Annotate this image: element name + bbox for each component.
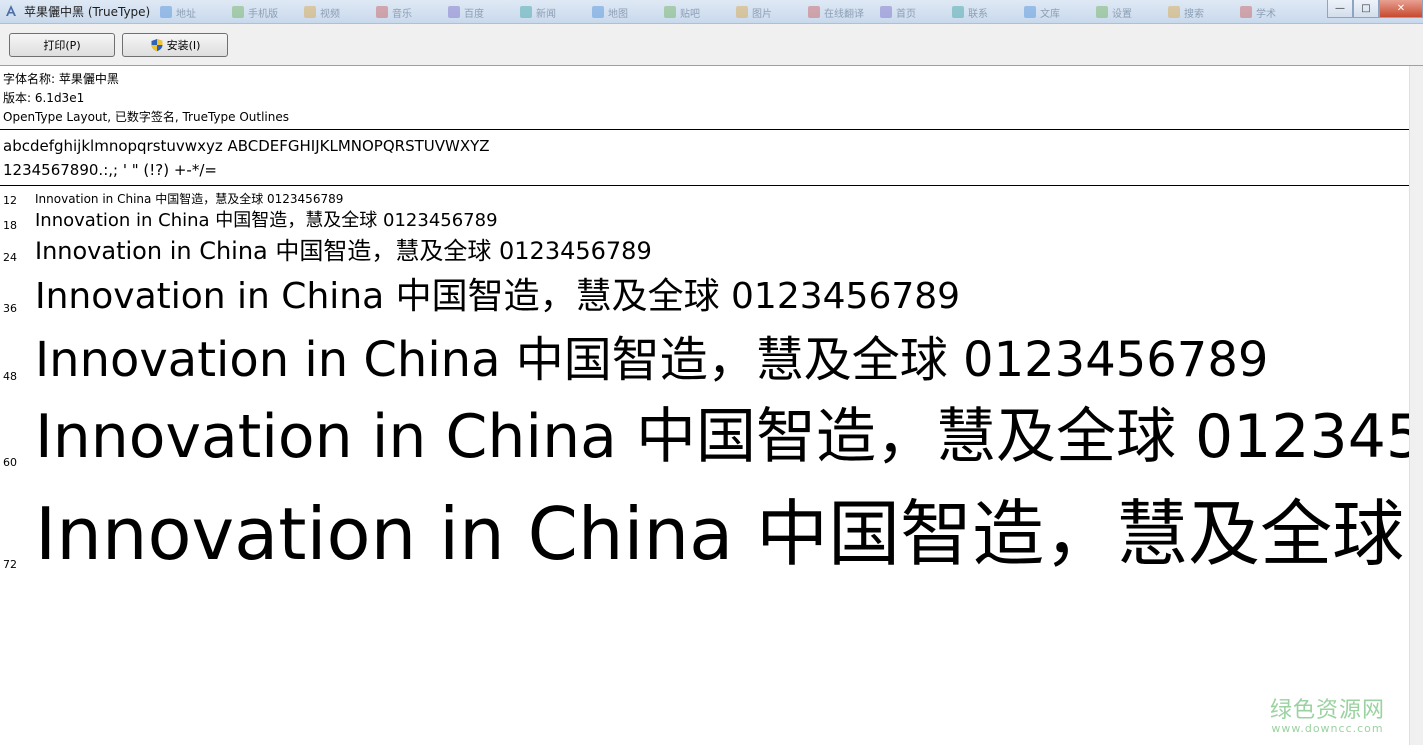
size-label: 12 <box>3 194 17 207</box>
tab-favicon-icon <box>880 6 892 18</box>
background-tabs: 地址 手机版 视频 音乐 百度 新闻 地图 贴吧 图片 在线翻译 首页 联系 文库 设置 搜索 学术 <box>160 4 1310 20</box>
size-label: 72 <box>3 558 17 571</box>
print-button-label: 打印(P) <box>43 39 81 52</box>
tab-favicon-icon <box>952 6 964 18</box>
background-tab: 搜索 <box>1168 4 1204 20</box>
sample-line-48: Innovation in China 中国智造，慧及全球 0123456789 <box>35 332 1269 388</box>
background-tab: 百度 <box>448 4 484 20</box>
watermark-logo-text: 绿色资源网 <box>1269 698 1385 723</box>
divider <box>0 185 1409 186</box>
background-tab-label: 联系 <box>968 8 988 20</box>
background-tab-label: 贴吧 <box>680 8 700 20</box>
window-title: 苹果儷中黑 (TrueType) <box>24 5 151 19</box>
install-button-label: 安装(I) <box>166 39 201 52</box>
vertical-scrollbar[interactable] <box>1409 66 1423 745</box>
font-version-line: 版本: 6.1d3e1 <box>3 91 85 105</box>
tab-favicon-icon <box>664 6 676 18</box>
font-file-icon <box>6 5 16 16</box>
minimize-button[interactable]: — <box>1327 0 1353 18</box>
background-tab: 联系 <box>952 4 988 20</box>
background-tab: 贴吧 <box>664 4 700 20</box>
background-tab-label: 文库 <box>1040 8 1060 20</box>
background-tab: 手机版 <box>232 4 278 20</box>
character-set-symbols: 1234567890.:,; ' " (!?) +-*/= <box>3 161 217 179</box>
sample-line-12: Innovation in China 中国智造，慧及全球 0123456789 <box>35 192 344 206</box>
uac-shield-icon <box>151 39 163 52</box>
tab-favicon-icon <box>1168 6 1180 18</box>
background-tab-label: 在线翻译 <box>824 8 864 20</box>
tab-favicon-icon <box>160 6 172 18</box>
close-button[interactable]: ✕ <box>1379 0 1423 18</box>
tab-favicon-icon <box>304 6 316 18</box>
background-tab-label: 搜索 <box>1184 8 1204 20</box>
background-tab: 文库 <box>1024 4 1060 20</box>
tab-favicon-icon <box>1096 6 1108 18</box>
sample-line-72: Innovation in China 中国智造，慧及全球 0123456789 <box>35 492 1409 576</box>
background-tab-label: 图片 <box>752 8 772 20</box>
background-tab-label: 设置 <box>1112 8 1132 20</box>
sample-line-24: Innovation in China 中国智造，慧及全球 0123456789 <box>35 237 652 265</box>
watermark: 绿色资源网 www.downcc.com <box>1269 698 1385 736</box>
install-button[interactable]: 安装(I) <box>122 33 228 57</box>
maximize-icon: □ <box>1361 3 1371 14</box>
background-tab-label: 新闻 <box>536 8 556 20</box>
tab-favicon-icon <box>808 6 820 18</box>
tab-favicon-icon <box>448 6 460 18</box>
tab-favicon-icon <box>592 6 604 18</box>
size-label: 60 <box>3 456 17 469</box>
background-tab-label: 首页 <box>896 8 916 20</box>
background-tab: 在线翻译 <box>808 4 864 20</box>
tab-favicon-icon <box>520 6 532 18</box>
window-controls: — □ ✕ <box>1327 0 1423 20</box>
background-tab: 设置 <box>1096 4 1132 20</box>
background-tab: 地址 <box>160 4 196 20</box>
maximize-button[interactable]: □ <box>1353 0 1379 18</box>
background-tab-label: 百度 <box>464 8 484 20</box>
size-label: 24 <box>3 251 17 264</box>
character-set-letters: abcdefghijklmnopqrstuvwxyz ABCDEFGHIJKLM… <box>3 137 490 155</box>
background-tab: 首页 <box>880 4 916 20</box>
watermark-url: www.downcc.com <box>1271 722 1384 735</box>
size-label: 18 <box>3 219 17 232</box>
print-button[interactable]: 打印(P) <box>9 33 115 57</box>
tab-favicon-icon <box>1024 6 1036 18</box>
background-tab: 音乐 <box>376 4 412 20</box>
title-bar[interactable]: 苹果儷中黑 (TrueType) 地址 手机版 视频 音乐 百度 新闻 地图 贴吧 图片 在线翻译… <box>0 0 1423 24</box>
divider <box>0 129 1409 130</box>
tab-favicon-icon <box>1240 6 1252 18</box>
background-tab: 视频 <box>304 4 340 20</box>
size-label: 48 <box>3 370 17 383</box>
background-tab-label: 学术 <box>1256 8 1276 20</box>
background-tab: 新闻 <box>520 4 556 20</box>
sample-line-36: Innovation in China 中国智造，慧及全球 0123456789 <box>35 276 961 317</box>
background-tab-label: 视频 <box>320 8 340 20</box>
background-tab-label: 地图 <box>608 8 628 20</box>
background-tab: 学术 <box>1240 4 1276 20</box>
background-tab: 地图 <box>592 4 628 20</box>
sample-line-18: Innovation in China 中国智造，慧及全球 0123456789 <box>35 210 498 231</box>
size-label: 36 <box>3 302 17 315</box>
minimize-icon: — <box>1335 3 1345 14</box>
background-tab-label: 音乐 <box>392 8 412 20</box>
font-preview-pane: 字体名称: 苹果儷中黑 版本: 6.1d3e1 OpenType Layout,… <box>0 66 1409 745</box>
close-icon: ✕ <box>1396 3 1406 14</box>
toolbar: 打印(P) 安装(I) <box>0 24 1423 66</box>
tab-favicon-icon <box>232 6 244 18</box>
font-name-line: 字体名称: 苹果儷中黑 <box>3 72 119 86</box>
font-features-line: OpenType Layout, 已数字签名, TrueType Outline… <box>3 110 290 124</box>
background-tab-label: 地址 <box>176 8 196 20</box>
tab-favicon-icon <box>376 6 388 18</box>
sample-line-60: Innovation in China 中国智造，慧及全球 0123456789 <box>35 402 1409 472</box>
tab-favicon-icon <box>736 6 748 18</box>
background-tab-label: 手机版 <box>248 8 278 20</box>
font-viewer-window: 苹果儷中黑 (TrueType) 地址 手机版 视频 音乐 百度 新闻 地图 贴吧 图片 在线翻译… <box>0 0 1423 745</box>
background-tab: 图片 <box>736 4 772 20</box>
